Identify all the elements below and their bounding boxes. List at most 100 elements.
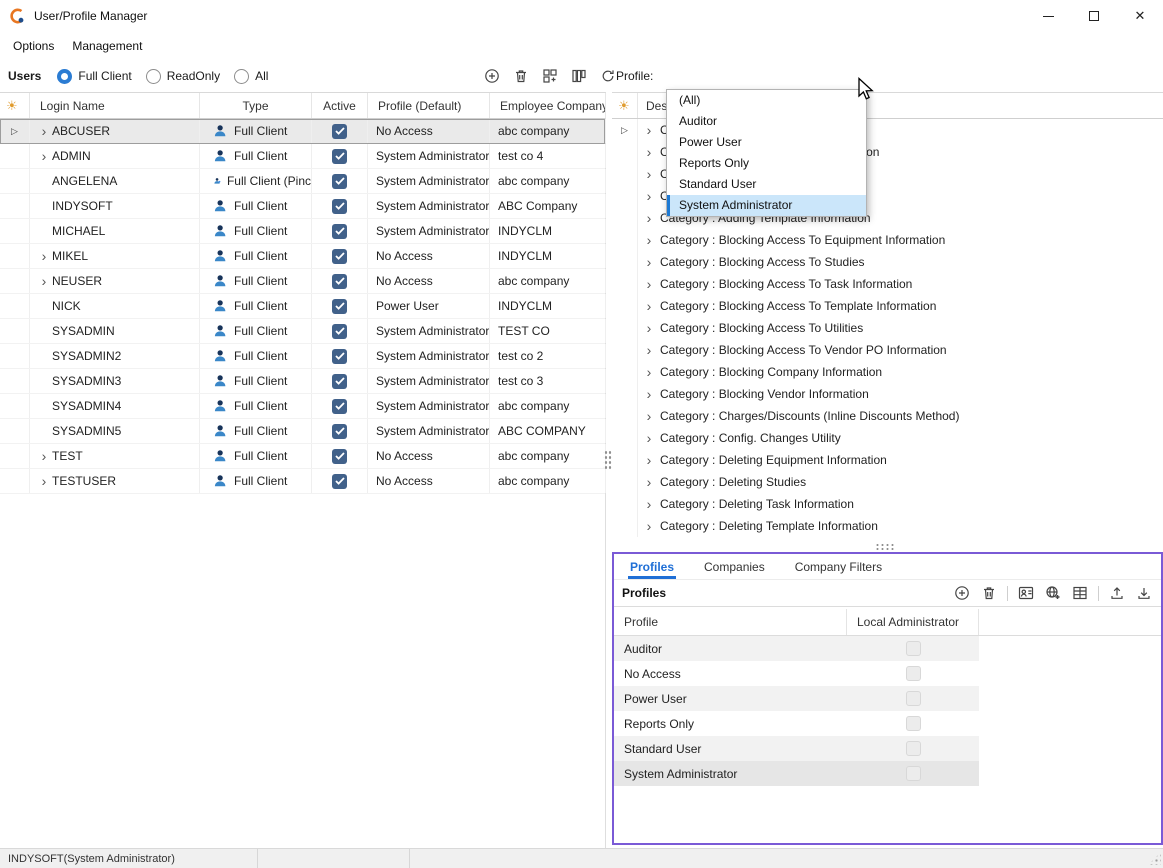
expand-icon[interactable]: ›	[641, 431, 657, 445]
category-row[interactable]: ›Category : Blocking Company Information	[612, 361, 1163, 383]
columns-icon[interactable]	[570, 67, 588, 85]
category-row[interactable]: ›Category : Charges/Discounts (Inline Di…	[612, 405, 1163, 427]
expand-icon[interactable]: ›	[641, 189, 657, 203]
expand-icon[interactable]: ›	[36, 124, 52, 138]
user-row[interactable]: ›TESTFull ClientNo Accessabc company	[0, 444, 605, 469]
dropdown-option[interactable]: (All)	[667, 90, 866, 111]
column-header-type[interactable]: Type	[200, 93, 312, 118]
category-row[interactable]: ›Category : Blocking Access To Task Info…	[612, 273, 1163, 295]
active-checkbox[interactable]	[332, 199, 347, 214]
user-row[interactable]: NICKFull ClientPower UserINDYCLM	[0, 294, 605, 319]
dropdown-option[interactable]: Standard User	[667, 174, 866, 195]
customize-header-cell[interactable]: ☀	[0, 93, 30, 118]
column-header-local-admin[interactable]: Local Administrator	[847, 609, 979, 635]
user-row[interactable]: ›MIKELFull ClientNo AccessINDYCLM	[0, 244, 605, 269]
category-row[interactable]: ›Category : Config. Changes Utility	[612, 427, 1163, 449]
expand-icon[interactable]: ›	[36, 249, 52, 263]
expand-icon[interactable]: ›	[641, 233, 657, 247]
column-header-company[interactable]: Employee Company	[490, 93, 606, 118]
category-row[interactable]: ›Category : Deleting Equipment Informati…	[612, 449, 1163, 471]
category-row[interactable]: ›Category : Blocking Access To Studies	[612, 251, 1163, 273]
radio-full-client[interactable]: Full Client	[57, 69, 131, 84]
expand-icon[interactable]: ›	[641, 387, 657, 401]
import-icon[interactable]	[1135, 584, 1153, 602]
user-row[interactable]: SYSADMIN2Full ClientSystem Administrator…	[0, 344, 605, 369]
customization-icon[interactable]: ☀	[6, 98, 18, 114]
category-row[interactable]: ›Category : Deleting Task Information	[612, 493, 1163, 515]
close-button[interactable]: ✕	[1117, 0, 1163, 32]
user-row[interactable]: MICHAELFull ClientSystem AdministratorIN…	[0, 219, 605, 244]
active-checkbox[interactable]	[332, 224, 347, 239]
user-row[interactable]: ANGELENAFull Client (PincSystem Administ…	[0, 169, 605, 194]
customization-icon[interactable]: ☀	[618, 98, 630, 114]
expand-icon[interactable]: ›	[641, 453, 657, 467]
expand-icon[interactable]: ›	[641, 123, 657, 137]
active-checkbox[interactable]	[332, 149, 347, 164]
active-checkbox[interactable]	[332, 474, 347, 489]
active-checkbox[interactable]	[332, 274, 347, 289]
expand-icon[interactable]: ›	[641, 409, 657, 423]
dropdown-option[interactable]: System Administrator	[667, 195, 866, 216]
expand-icon[interactable]: ›	[641, 343, 657, 357]
active-checkbox[interactable]	[332, 449, 347, 464]
add-profile-icon[interactable]	[953, 584, 971, 602]
profile-row[interactable]: Power User	[614, 686, 1161, 711]
expand-icon[interactable]: ›	[641, 497, 657, 511]
tab-profiles[interactable]: Profiles	[630, 554, 674, 579]
radio-readonly[interactable]: ReadOnly	[146, 69, 220, 84]
expand-icon[interactable]: ›	[641, 519, 657, 533]
cards-icon[interactable]	[541, 67, 559, 85]
local-admin-checkbox[interactable]	[906, 641, 921, 656]
active-checkbox[interactable]	[332, 299, 347, 314]
refresh-icon[interactable]	[599, 67, 617, 85]
profile-row[interactable]: Standard User	[614, 736, 1161, 761]
maximize-button[interactable]	[1071, 0, 1117, 32]
expand-icon[interactable]: ›	[641, 277, 657, 291]
vertical-splitter-grip[interactable]	[603, 449, 612, 471]
category-row[interactable]: ›Category : Deleting Template Informatio…	[612, 515, 1163, 537]
profile-row[interactable]: Reports Only	[614, 711, 1161, 736]
user-row[interactable]: SYSADMINFull ClientSystem AdministratorT…	[0, 319, 605, 344]
expand-icon[interactable]: ›	[641, 475, 657, 489]
user-row[interactable]: SYSADMIN3Full ClientSystem Administrator…	[0, 369, 605, 394]
local-admin-checkbox[interactable]	[906, 666, 921, 681]
category-row[interactable]: ›Category : Blocking Vendor Information	[612, 383, 1163, 405]
user-row[interactable]: ›ADMINFull ClientSystem Administratortes…	[0, 144, 605, 169]
active-checkbox[interactable]	[332, 374, 347, 389]
tab-companies[interactable]: Companies	[704, 554, 765, 579]
local-admin-checkbox[interactable]	[906, 691, 921, 706]
radio-all[interactable]: All	[234, 69, 268, 84]
menu-item-management[interactable]: Management	[63, 34, 151, 58]
active-checkbox[interactable]	[332, 424, 347, 439]
grid-icon[interactable]	[1071, 584, 1089, 602]
user-row[interactable]: INDYSOFTFull ClientSystem AdministratorA…	[0, 194, 605, 219]
expand-icon[interactable]: ›	[641, 167, 657, 181]
expand-icon[interactable]: ›	[36, 149, 52, 163]
category-row[interactable]: ›Category : Blocking Access To Template …	[612, 295, 1163, 317]
column-header-profile[interactable]: Profile (Default)	[368, 93, 490, 118]
active-checkbox[interactable]	[332, 324, 347, 339]
active-checkbox[interactable]	[332, 174, 347, 189]
user-row[interactable]: ▷›ABCUSERFull ClientNo Accessabc company	[0, 119, 605, 144]
user-row[interactable]: SYSADMIN5Full ClientSystem Administrator…	[0, 419, 605, 444]
minimize-button[interactable]	[1025, 0, 1071, 32]
menu-item-options[interactable]: Options	[4, 34, 63, 58]
tab-company-filters[interactable]: Company Filters	[795, 554, 882, 579]
column-header-login[interactable]: Login Name	[30, 93, 200, 118]
expand-icon[interactable]: ›	[641, 299, 657, 313]
expand-icon[interactable]: ›	[641, 255, 657, 269]
profile-row[interactable]: Auditor	[614, 636, 1161, 661]
user-row[interactable]: SYSADMIN4Full ClientSystem Administrator…	[0, 394, 605, 419]
expand-icon[interactable]: ›	[36, 474, 52, 488]
export-icon[interactable]	[1108, 584, 1126, 602]
category-row[interactable]: ›Category : Blocking Access To Equipment…	[612, 229, 1163, 251]
dropdown-option[interactable]: Auditor	[667, 111, 866, 132]
user-row[interactable]: ›TESTUSERFull ClientNo Accessabc company	[0, 469, 605, 494]
profile-row[interactable]: System Administrator	[614, 761, 1161, 786]
active-checkbox[interactable]	[332, 349, 347, 364]
expand-icon[interactable]: ›	[641, 211, 657, 225]
delete-profile-icon[interactable]	[980, 584, 998, 602]
active-checkbox[interactable]	[332, 249, 347, 264]
expand-icon[interactable]: ›	[641, 365, 657, 379]
expand-icon[interactable]: ›	[36, 449, 52, 463]
